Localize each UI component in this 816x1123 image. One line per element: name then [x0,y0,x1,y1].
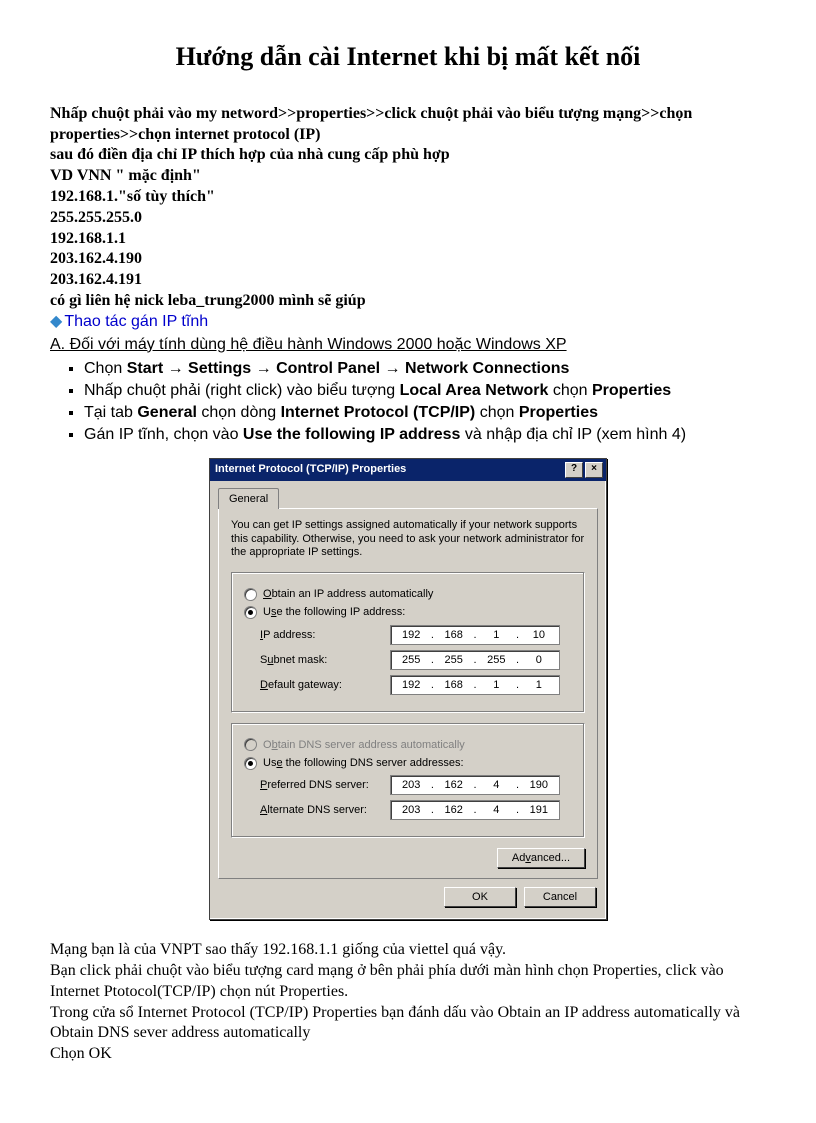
radio-label: Use the following DNS server addresses: [263,756,464,770]
radio-icon [244,738,257,751]
radio-label: Obtain DNS server address automatically [263,738,465,752]
intro-line: 192.168.1.1 [50,229,766,250]
step-bold: Properties [592,382,671,399]
step-item: Gán IP tĩnh, chọn vào Use the following … [84,425,766,446]
dialog-titlebar: Internet Protocol (TCP/IP) Properties ? … [210,459,606,481]
step-item: Nhấp chuột phải (right click) vào biểu t… [84,381,766,402]
section-title: Thao tác gán IP tĩnh [64,313,208,330]
section-marker: ◆Thao tác gán IP tĩnh [50,312,766,333]
subnet-mask-label: Subnet mask: [260,653,390,667]
radio-icon [244,588,257,601]
tcpip-properties-dialog: Internet Protocol (TCP/IP) Properties ? … [209,458,607,921]
help-button[interactable]: ? [565,462,583,478]
tabstrip: General [210,481,606,508]
advanced-button[interactable]: Advanced... [497,848,585,868]
gateway-input[interactable]: 192.168.1.1 [390,675,560,695]
step-text: chọn [548,382,592,399]
step-text: Chọn [84,360,127,377]
dns-settings-group: Obtain DNS server address automatically … [231,723,585,839]
ip-settings-group: Obtain an IP address automatically Use t… [231,572,585,713]
radio-obtain-dns: Obtain DNS server address automatically [244,738,572,752]
intro-line: 203.162.4.191 [50,270,766,291]
gateway-label: Default gateway: [260,678,390,692]
step-bold: Internet Protocol (TCP/IP) [281,404,476,421]
radio-icon [244,606,257,619]
close-button[interactable]: × [585,462,603,478]
bottom-line: Mạng bạn là của VNPT sao thấy 192.168.1.… [50,940,766,961]
step-item: Tại tab General chọn dòng Internet Proto… [84,403,766,424]
intro-line: có gì liên hệ nick leba_trung2000 mình s… [50,291,766,312]
page-title: Hướng dẫn cài Internet khi bị mất kết nố… [50,40,766,74]
ip-address-label: IP address: [260,628,390,642]
step-bold: Local Area Network [400,382,549,399]
intro-block: Nhấp chuột phải vào my netword>>properti… [50,104,766,312]
ok-button[interactable]: OK [444,887,516,907]
bottom-text: Mạng bạn là của VNPT sao thấy 192.168.1.… [50,940,766,1065]
step-text: chọn dòng [197,404,281,421]
dialog-title: Internet Protocol (TCP/IP) Properties [215,462,406,476]
ip-address-input[interactable]: 192.168.1.10 [390,625,560,645]
intro-line: 203.162.4.190 [50,249,766,270]
subnet-mask-input[interactable]: 255.255.255.0 [390,650,560,670]
intro-line: 255.255.255.0 [50,208,766,229]
bottom-line: Chọn OK [50,1044,766,1065]
intro-line: 192.168.1."số tùy thích" [50,187,766,208]
radio-icon [244,757,257,770]
preferred-dns-input[interactable]: 203.162.4.190 [390,775,560,795]
step-text: Tại tab [84,404,137,421]
cancel-button[interactable]: Cancel [524,887,596,907]
intro-line: VD VNN " mặc định" [50,166,766,187]
radio-use-ip[interactable]: Use the following IP address: [244,605,572,619]
step-text: chọn [475,404,519,421]
tab-general[interactable]: General [218,488,279,509]
dialog-description: You can get IP settings assigned automat… [231,519,585,560]
alternate-dns-input[interactable]: 203.162.4.191 [390,800,560,820]
subheading-a: A. Đối với máy tính dùng hệ điều hành Wi… [50,335,766,356]
arrow-icon: ◆ [50,313,62,330]
alternate-dns-label: Alternate DNS server: [260,803,390,817]
tab-panel: You can get IP settings assigned automat… [218,508,598,879]
step-bold: Network Connections [405,360,569,377]
radio-use-dns[interactable]: Use the following DNS server addresses: [244,756,572,770]
radio-obtain-ip[interactable]: Obtain an IP address automatically [244,587,572,601]
step-bold: Properties [519,404,598,421]
step-text: Nhấp chuột phải (right click) vào biểu t… [84,382,400,399]
intro-line: sau đó điền địa chỉ IP thích hợp của nhà… [50,145,766,166]
step-bold: Start [127,360,163,377]
step-bold: Control Panel [276,360,380,377]
bottom-line: Trong cửa sổ Internet Protocol (TCP/IP) … [50,1003,766,1045]
step-item: Chọn Start → Settings → Control Panel → … [84,359,766,380]
radio-label: Obtain an IP address automatically [263,587,433,601]
preferred-dns-label: Preferred DNS server: [260,778,390,792]
step-bold: Settings [188,360,251,377]
intro-line: Nhấp chuột phải vào my netword>>properti… [50,104,766,146]
step-bold: Use the following IP address [243,426,461,443]
bottom-line: Bạn click phải chuột vào biểu tượng card… [50,961,766,1003]
steps-list: Chọn Start → Settings → Control Panel → … [84,359,766,445]
radio-label: Use the following IP address: [263,605,405,619]
step-text: Gán IP tĩnh, chọn vào [84,426,243,443]
step-bold: General [137,404,197,421]
step-text: và nhập địa chỉ IP (xem hình 4) [460,426,686,443]
